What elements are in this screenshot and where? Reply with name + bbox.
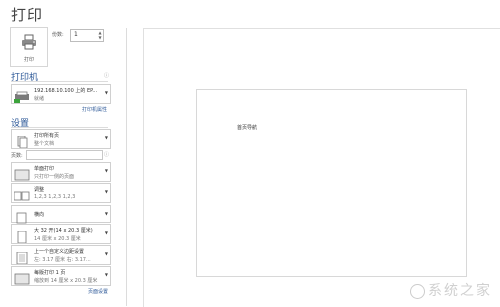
sides-dropdown[interactable]: 单面打印 只打印一侧的页面 ▼ — [11, 162, 111, 182]
setting-sublabel: 整个文档 — [34, 141, 55, 147]
printer-icon — [21, 34, 37, 54]
setting-label: 打印所有页 — [34, 133, 60, 139]
divider — [126, 28, 127, 306]
print-button-label: 打印 — [23, 57, 34, 63]
printer-dropdown[interactable]: 192.168.10.100 上的 EP... 就绪 ▼ — [11, 84, 111, 104]
chevron-down-icon: ▼ — [104, 230, 108, 235]
spin-arrows-icon[interactable]: ▲ ▼ — [97, 30, 103, 41]
info-icon[interactable]: ⓘ — [104, 72, 109, 79]
copies-stepper[interactable]: 1 ▲ ▼ — [70, 29, 104, 42]
pages-per-sheet-dropdown[interactable]: 每版打印 1 页 缩放到 14 厘米 x 20.3 厘米 ▼ — [11, 266, 111, 286]
preview-page — [196, 89, 467, 277]
chevron-down-icon: ▼ — [104, 90, 108, 95]
setting-sublabel: 左: 3.17 厘米 右: 3.17... — [34, 257, 91, 263]
page-setup-link[interactable]: 页面设置 — [88, 288, 108, 295]
divider — [11, 81, 108, 82]
setting-sublabel: 只打印一侧的页面 — [34, 174, 75, 180]
orientation-icon — [14, 209, 30, 224]
watermark-text: 系统之家 — [428, 283, 492, 299]
chevron-down-icon: ▼ — [104, 211, 108, 216]
printer-name: 192.168.10.100 上的 EP... — [34, 88, 98, 94]
paper-size-icon — [14, 228, 30, 244]
info-icon[interactable]: ⓘ — [104, 151, 109, 158]
print-button[interactable]: 打印 — [10, 27, 48, 67]
setting-label: 横向 — [34, 212, 45, 218]
chevron-down-icon: ▼ — [104, 272, 108, 277]
margins-dropdown[interactable]: 上一个自定义边距设置 左: 3.17 厘米 右: 3.17... ▼ — [11, 245, 111, 265]
setting-label: 调整 — [34, 187, 45, 193]
setting-label: 单面打印 — [34, 166, 55, 172]
printer-status: 就绪 — [34, 96, 45, 102]
orientation-dropdown[interactable]: 横向 ▼ — [11, 205, 111, 224]
setting-label: 上一个自定义边距设置 — [34, 249, 85, 255]
chevron-down-icon: ▼ — [104, 135, 108, 140]
copies-label: 份数: — [52, 32, 64, 38]
margins-icon — [14, 249, 30, 265]
watermark: 系统之家 — [410, 280, 492, 300]
setting-label: 每版打印 1 页 — [34, 270, 66, 276]
printer-device-icon — [14, 88, 30, 103]
print-range-dropdown[interactable]: 打印所有页 整个文档 ▼ — [11, 129, 111, 149]
setting-sublabel: 14 厘米 x 20.3 厘米 — [34, 236, 81, 242]
one-sided-icon — [14, 166, 30, 181]
watermark-logo-icon — [410, 283, 425, 299]
divider — [11, 127, 108, 128]
setting-label: 大 32 开(14 x 20.3 厘米) — [34, 228, 93, 234]
setting-sublabel: 缩放到 14 厘米 x 20.3 厘米 — [34, 278, 98, 284]
page-title: 打印 — [11, 6, 44, 24]
collate-dropdown[interactable]: 调整 1,2,3 1,2,3 1,2,3 ▼ — [11, 183, 111, 203]
collate-icon — [13, 187, 30, 201]
printer-properties-link[interactable]: 打印机属性 — [82, 106, 107, 113]
pages-icon — [14, 133, 30, 149]
paper-size-dropdown[interactable]: 大 32 开(14 x 20.3 厘米) 14 厘米 x 20.3 厘米 ▼ — [11, 224, 111, 244]
pages-label: 页数: — [11, 153, 23, 159]
preview-document-text: 首页导航 — [237, 125, 258, 131]
chevron-down-icon: ▼ — [104, 189, 108, 194]
setting-sublabel: 1,2,3 1,2,3 1,2,3 — [34, 194, 76, 200]
chevron-down-icon: ▼ — [104, 168, 108, 173]
copies-value: 1 — [74, 31, 78, 38]
pages-input[interactable] — [26, 150, 103, 160]
pages-per-sheet-icon — [14, 270, 30, 285]
chevron-down-icon: ▼ — [104, 251, 108, 256]
print-preview: 首页导航 — [143, 28, 500, 307]
